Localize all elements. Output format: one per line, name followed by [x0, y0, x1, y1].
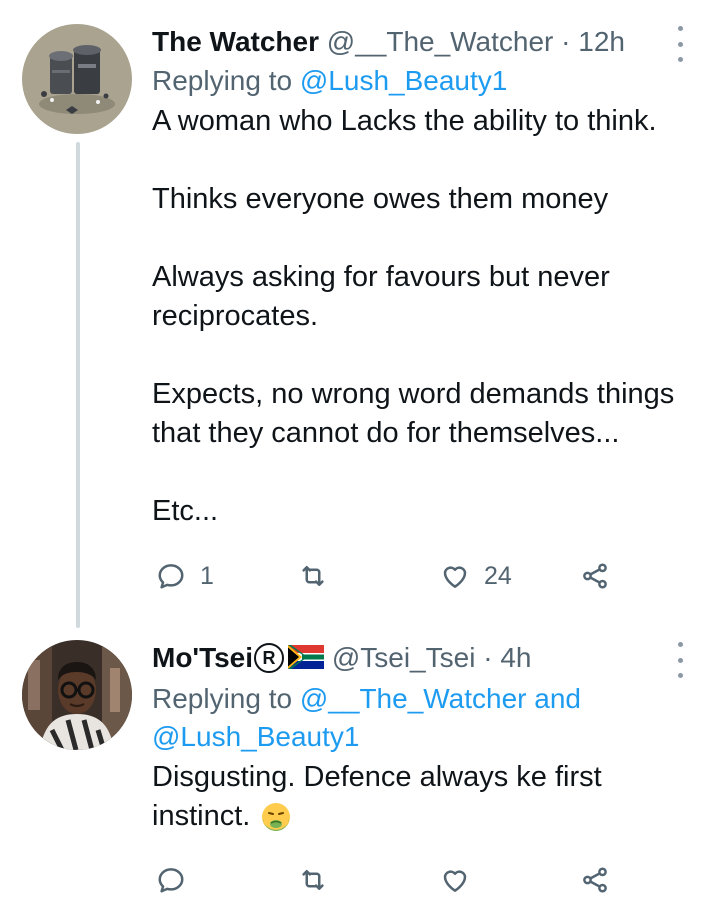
more-options-icon[interactable]	[670, 642, 690, 678]
display-name[interactable]: The Watcher	[152, 26, 319, 57]
heart-icon	[443, 870, 467, 892]
trash-bins-illustration	[22, 24, 132, 134]
like-count: 24	[484, 561, 512, 590]
tweet-header: Mo'Tsei R @Tsei_Tsei · 4h	[152, 638, 680, 680]
user-handle[interactable]: @__The_Watcher	[327, 26, 554, 57]
tweet[interactable]: Mo'Tsei R @Tsei_Tsei · 4h Replying to @__…	[0, 628, 720, 914]
tweet-text: Disgusting. Defence always ke first inst…	[152, 758, 680, 844]
tweet-content: Mo'Tsei R @Tsei_Tsei · 4h Replying to @__…	[152, 638, 680, 844]
timestamp[interactable]: 4h	[500, 642, 531, 673]
retweet-button[interactable]	[298, 858, 342, 902]
registered-icon: R	[254, 643, 285, 673]
share-icon	[583, 563, 607, 589]
timestamp[interactable]: 12h	[578, 26, 625, 57]
share-button[interactable]	[580, 858, 610, 902]
user-handle[interactable]: @Tsei_Tsei	[332, 642, 476, 673]
nauseated-face-emoji	[260, 801, 292, 844]
heart-icon	[443, 566, 467, 588]
like-button[interactable]	[440, 858, 484, 902]
tweet[interactable]: The Watcher @__The_Watcher · 12h Replyin…	[0, 0, 720, 628]
profile-photo	[22, 640, 132, 750]
replying-to: Replying to @__The_Watcher and @Lush_Bea…	[152, 680, 680, 756]
avatar[interactable]	[22, 640, 132, 750]
tweet-header: The Watcher @__The_Watcher · 12h	[152, 22, 680, 62]
avatar[interactable]	[22, 24, 132, 134]
reply-icon	[158, 868, 184, 893]
south-africa-flag-icon	[288, 640, 325, 680]
mention-link[interactable]: @Lush_Beauty1	[152, 721, 359, 752]
tweet-text-content: Disgusting. Defence always ke first inst…	[152, 761, 602, 832]
tweet-actions	[152, 858, 632, 902]
share-button[interactable]	[580, 554, 610, 598]
retweet-button[interactable]	[298, 554, 342, 598]
reply-button[interactable]	[156, 858, 200, 902]
reply-icon	[158, 564, 184, 589]
mention-link[interactable]: @Lush_Beauty1	[300, 65, 507, 96]
replying-to-label: Replying to	[152, 683, 293, 714]
display-name[interactable]: Mo'Tsei	[152, 642, 253, 673]
like-button[interactable]: 24	[440, 554, 512, 598]
retweet-icon	[302, 566, 324, 586]
separator: ·	[561, 26, 571, 57]
tweet-actions: 1 24	[152, 554, 632, 598]
tweet-text: A woman who Lacks the ability to think. …	[152, 105, 675, 527]
thread-line	[76, 142, 80, 628]
separator: ·	[483, 642, 493, 673]
reply-button[interactable]: 1	[156, 554, 214, 598]
replying-to-label: Replying to	[152, 65, 293, 96]
share-icon	[583, 867, 607, 893]
more-options-icon[interactable]	[670, 26, 690, 62]
replying-to: Replying to @Lush_Beauty1	[152, 62, 680, 100]
reply-count: 1	[200, 561, 214, 590]
mention-link[interactable]: @__The_Watcher and	[300, 683, 581, 714]
tweet-content: The Watcher @__The_Watcher · 12h Replyin…	[152, 22, 680, 531]
retweet-icon	[302, 870, 324, 890]
